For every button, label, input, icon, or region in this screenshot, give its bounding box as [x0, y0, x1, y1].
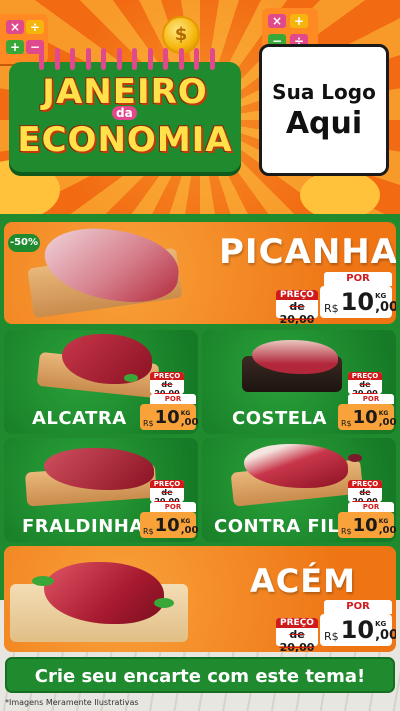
old-price: PREÇO de 20,00 [150, 372, 184, 398]
logo-placeholder[interactable]: Sua Logo Aqui [259, 44, 389, 176]
old-price: PREÇO de 20,00 [150, 480, 184, 506]
calendar-rings [39, 48, 215, 70]
price-value: R$ 10 KG ,00 [320, 614, 396, 646]
logo-line-2: Aqui [285, 105, 363, 141]
price-tag: PREÇO de 20,00 POR R$ 10 KG ,00 [336, 372, 396, 430]
product-card-contra-file[interactable]: CONTRA FILÉ PREÇO de 20,00 POR R$ 10 KG … [202, 438, 396, 542]
price-value: R$ 10 KG ,00 [140, 404, 198, 430]
flyer-page: × ÷ + − × + − ÷ $ JANEIRO da ECONOMIA Su… [0, 0, 400, 711]
price-tag: PREÇO de 20,00 POR R$ 10 KG ,00 [138, 480, 198, 538]
price-tag: PREÇO de 20,00 POR R$ 10 KG ,00 [138, 372, 198, 430]
por-label: POR [324, 600, 392, 614]
product-card-acem[interactable]: ACÉM PREÇO de 20,00 POR R$ 10 KG ,00 [4, 546, 396, 652]
decor-blob [300, 170, 380, 214]
price-value: R$ 10 KG ,00 [338, 512, 396, 538]
product-name: FRALDINHA [22, 516, 144, 537]
title-board: JANEIRO da ECONOMIA [9, 48, 241, 172]
disclaimer-text: *Imagens Meramente Ilustrativas [5, 698, 139, 707]
price-tag: PREÇO de 20,00 POR R$ 10 KG ,00 [276, 600, 396, 652]
product-name: CONTRA FILÉ [214, 516, 353, 537]
price-tag: PREÇO de 20,00 POR R$ 10 KG ,00 [276, 272, 396, 324]
old-price: PREÇO de 20,00 [276, 290, 318, 324]
logo-line-1: Sua Logo [272, 79, 376, 104]
old-price: PREÇO de 20,00 [348, 480, 382, 506]
product-name: PICANHA [219, 232, 396, 272]
header-banner: × ÷ + − × + − ÷ $ JANEIRO da ECONOMIA Su… [0, 0, 400, 214]
old-price: PREÇO de 20,00 [276, 618, 318, 652]
title-line-2: ECONOMIA [17, 120, 233, 160]
price-tag: PREÇO de 20,00 POR R$ 10 KG ,00 [336, 480, 396, 538]
product-name: COSTELA [232, 408, 327, 429]
product-name: ALCATRA [32, 408, 127, 429]
old-price: PREÇO de 20,00 [348, 372, 382, 398]
discount-badge: -50% [8, 234, 40, 252]
price-value: R$ 10 KG ,00 [338, 404, 396, 430]
product-card-costela[interactable]: COSTELA PREÇO de 20,00 POR R$ 10 KG ,00 [202, 330, 396, 434]
price-value: R$ 10 KG ,00 [140, 512, 198, 538]
product-name: ACÉM [250, 562, 356, 600]
por-label: POR [324, 272, 392, 286]
product-card-featured[interactable]: PICANHA PREÇO de 20,00 POR R$ 10 KG ,00 [4, 222, 396, 324]
price-value: R$ 10 KG ,00 [320, 286, 396, 318]
title-connector: da [112, 106, 137, 120]
product-card-alcatra[interactable]: ALCATRA PREÇO de 20,00 POR R$ 10 KG ,00 [4, 330, 198, 434]
cta-banner[interactable]: Crie seu encarte com este tema! [5, 657, 395, 693]
product-card-fraldinha[interactable]: FRALDINHA PREÇO de 20,00 POR R$ 10 KG ,0… [4, 438, 198, 542]
